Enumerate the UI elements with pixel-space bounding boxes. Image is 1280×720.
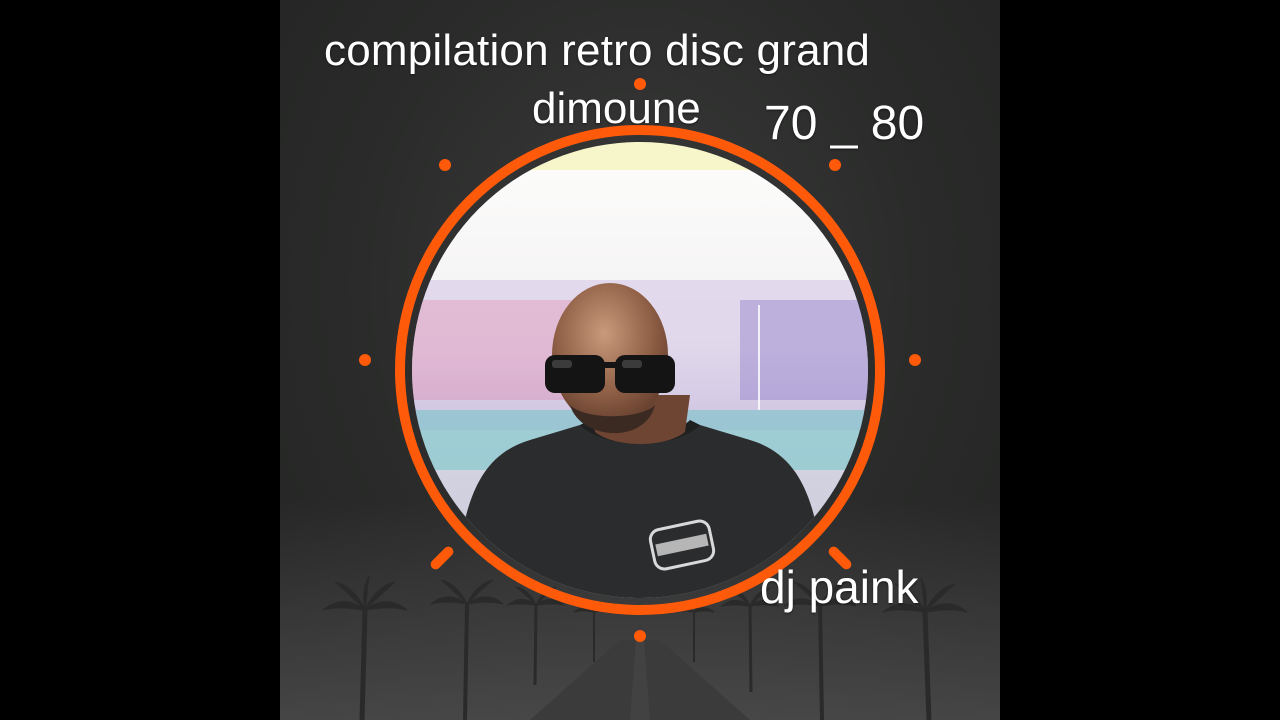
video-title-years: 70 _ 80 xyxy=(764,97,925,150)
letterbox-left xyxy=(0,0,280,720)
video-title-line-2: dimoune xyxy=(532,84,701,133)
man-with-sunglasses-portrait xyxy=(412,142,868,598)
video-title-line-1: compilation retro disc grand xyxy=(324,26,871,75)
video-frame: compilation retro disc grand dimoune 70 … xyxy=(280,0,1000,720)
letterbox-right xyxy=(1000,0,1280,720)
artist-name: dj paink xyxy=(760,561,919,613)
road-silhouette xyxy=(530,640,750,720)
